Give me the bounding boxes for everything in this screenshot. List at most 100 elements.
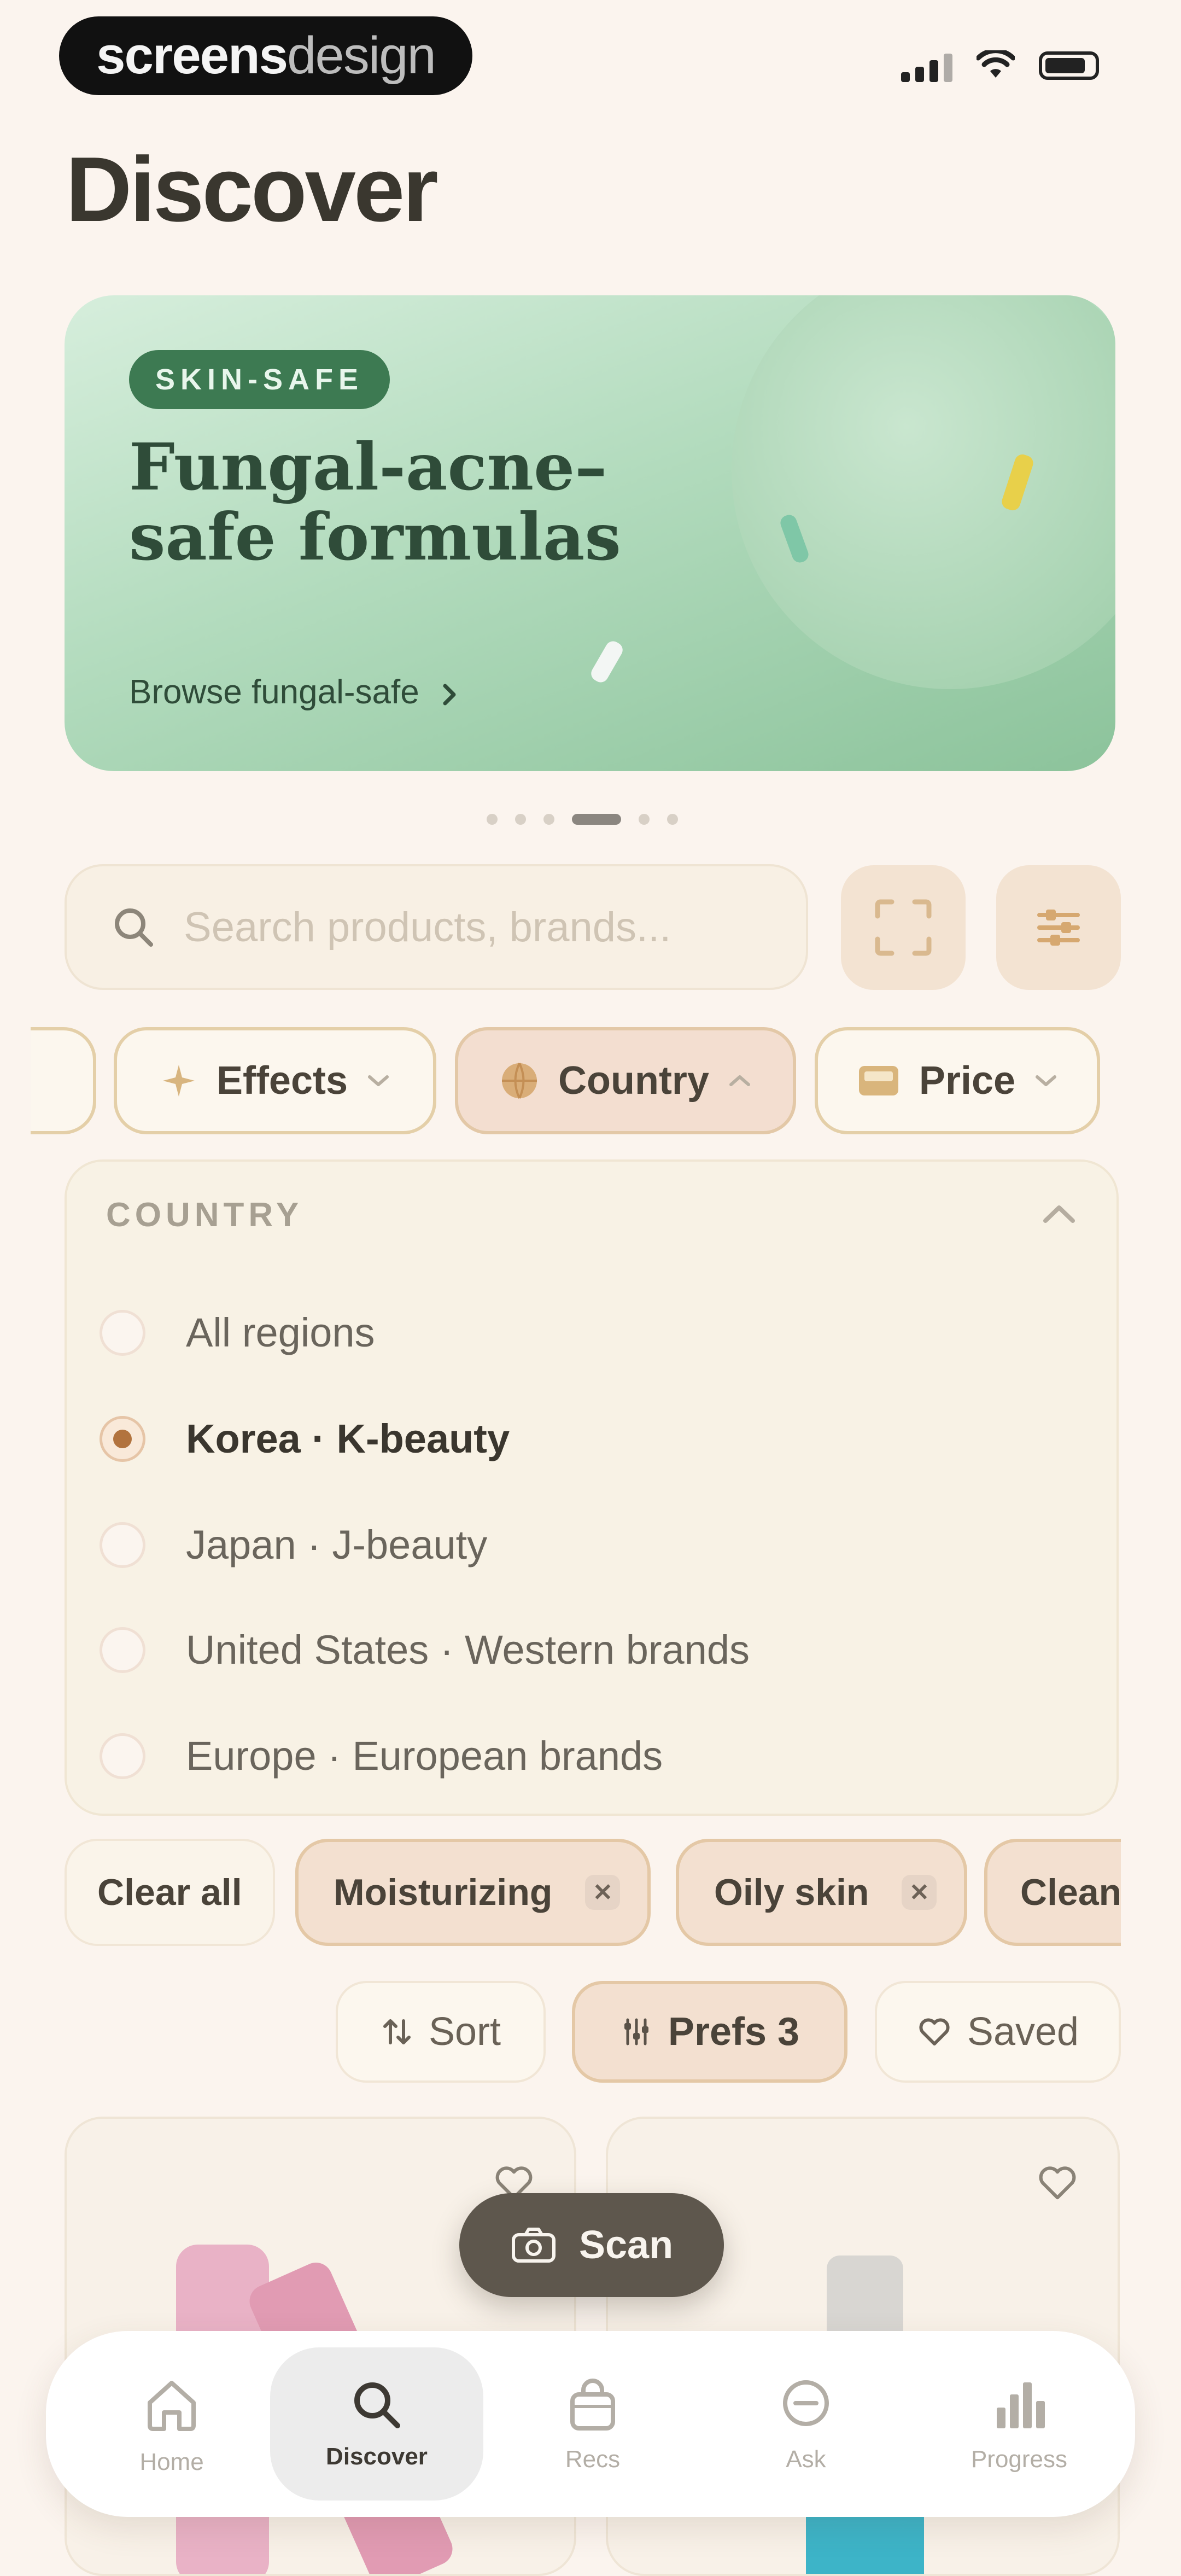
tag-clean[interactable]: Clean: [984, 1839, 1121, 1946]
scan-barcode-button[interactable]: [841, 865, 966, 990]
sliders-icon: [1037, 910, 1080, 946]
filter-chip-label: Effects: [216, 1059, 348, 1103]
logo-text-light: design: [287, 26, 436, 85]
tag-label: Oily skin: [714, 1872, 869, 1913]
hero-headline-line2: safe formulas: [129, 499, 621, 575]
tab-label: Ask: [786, 2446, 826, 2473]
chevron-up-icon[interactable]: [1040, 1200, 1078, 1227]
country-option-korea[interactable]: Korea · K-beauty: [100, 1415, 510, 1462]
clear-all-button[interactable]: Clear all: [65, 1839, 275, 1946]
sparkle-icon: [162, 1065, 195, 1097]
filter-chip-offscreen[interactable]: [31, 1027, 96, 1134]
country-panel-header: COUNTRY: [106, 1196, 303, 1234]
filter-chip-label: Country: [558, 1059, 709, 1103]
country-dropdown-panel: COUNTRY All regions Korea · K-beauty Jap…: [65, 1159, 1119, 1816]
battery-icon: [1039, 51, 1099, 80]
wallet-icon: [858, 1066, 898, 1095]
tab-discover[interactable]: Discover: [270, 2347, 483, 2501]
remove-tag-icon[interactable]: ✕: [902, 1875, 937, 1910]
filter-chip-label: Price: [919, 1059, 1016, 1103]
chat-icon: [783, 2380, 829, 2426]
globe-icon: [502, 1063, 537, 1099]
chevron-right-icon: [443, 684, 456, 706]
home-icon: [148, 2381, 196, 2431]
carousel-dot-active[interactable]: [572, 814, 621, 825]
country-option-label: Japan · J-beauty: [186, 1522, 488, 1567]
scan-label: Scan: [578, 2223, 674, 2267]
chevron-down-icon: [368, 1075, 389, 1086]
tag-oily-skin[interactable]: Oily skin ✕: [676, 1839, 968, 1946]
radio-button[interactable]: [100, 1627, 145, 1673]
tab-recs[interactable]: Recs: [511, 2331, 675, 2517]
saved-label: Saved: [967, 2010, 1079, 2054]
carousel-dot[interactable]: [543, 814, 554, 825]
sort-button[interactable]: Sort: [336, 1981, 546, 2083]
logo-text-bold: screens: [96, 26, 288, 85]
carousel-dot[interactable]: [515, 814, 526, 825]
product-bottle-image: [588, 638, 625, 685]
carousel-indicator[interactable]: [487, 814, 678, 825]
country-option-europe[interactable]: Europe · European brands: [100, 1733, 663, 1779]
screensdesign-logo: screens design: [59, 16, 472, 95]
filter-chip-effects[interactable]: Effects: [114, 1027, 436, 1134]
chevron-up-icon: [729, 1075, 750, 1086]
filter-chip-price[interactable]: Price: [815, 1027, 1100, 1134]
tab-ask[interactable]: Ask: [724, 2331, 888, 2517]
tab-home[interactable]: Home: [90, 2331, 254, 2517]
tab-label: Home: [139, 2449, 204, 2475]
skin-safe-badge: SKIN-SAFE: [129, 350, 390, 409]
tab-label: Progress: [970, 2446, 1068, 2473]
chevron-down-icon: [1036, 1075, 1057, 1086]
carousel-dot[interactable]: [667, 814, 678, 825]
hero-headline: Fungal-acne– safe formulas: [129, 432, 676, 572]
tag-label: Moisturizing: [334, 1872, 553, 1913]
wifi-icon: [977, 50, 1015, 78]
radio-button[interactable]: [100, 1522, 145, 1568]
search-icon: [115, 908, 153, 947]
search-icon: [354, 2382, 400, 2428]
carousel-dot[interactable]: [487, 814, 498, 825]
prefs-button[interactable]: Prefs 3: [572, 1981, 847, 2083]
prefs-label: Prefs 3: [668, 2010, 800, 2054]
country-option-united-states[interactable]: United States · Western brands: [100, 1627, 750, 1673]
bottom-tab-bar: Home Discover Recs Ask Progress: [46, 2331, 1135, 2517]
bag-icon: [570, 2379, 615, 2431]
country-option-label: Europe · European brands: [186, 1733, 663, 1779]
scan-frame-icon: [875, 899, 932, 956]
browse-link-label: Browse fungal-safe: [129, 673, 419, 711]
search-input[interactable]: Search products, brands...: [65, 864, 808, 990]
search-placeholder: Search products, brands...: [184, 904, 671, 951]
country-option-label: Korea · K-beauty: [186, 1416, 510, 1461]
sort-icon: [383, 2019, 411, 2044]
tag-moisturizing[interactable]: Moisturizing ✕: [295, 1839, 651, 1946]
browse-fungal-safe-link[interactable]: Browse fungal-safe: [129, 673, 460, 712]
radio-button[interactable]: [100, 1733, 145, 1779]
tab-label: Discover: [326, 2443, 428, 2470]
heart-icon[interactable]: [1036, 2163, 1079, 2203]
country-option-label: All regions: [186, 1310, 375, 1355]
carousel-dot[interactable]: [639, 814, 650, 825]
remove-tag-icon[interactable]: ✕: [585, 1875, 621, 1910]
hero-headline-line1: Fungal-acne–: [129, 429, 607, 505]
sliders-icon: [624, 2018, 648, 2045]
tag-label: Clean: [1020, 1872, 1121, 1913]
tab-progress[interactable]: Progress: [937, 2331, 1101, 2517]
country-option-label: United States · Western brands: [186, 1627, 750, 1672]
sort-label: Sort: [428, 2010, 501, 2054]
filter-settings-button[interactable]: [996, 865, 1121, 990]
country-option-all-regions[interactable]: All regions: [100, 1309, 375, 1356]
radio-button[interactable]: [100, 1309, 145, 1356]
camera-icon: [511, 2228, 556, 2263]
filter-chip-country[interactable]: Country: [455, 1027, 796, 1134]
radio-button-selected[interactable]: [100, 1415, 145, 1462]
page-title: Discover: [66, 138, 439, 241]
cellular-signal-icon: [901, 49, 952, 82]
hero-banner[interactable]: SKIN-SAFE Fungal-acne– safe formulas Bro…: [65, 295, 1115, 771]
scan-button[interactable]: Scan: [459, 2193, 724, 2297]
heart-icon: [919, 2018, 950, 2045]
country-option-japan[interactable]: Japan · J-beauty: [100, 1522, 487, 1568]
clear-all-label: Clear all: [97, 1872, 242, 1913]
bar-chart-icon: [997, 2382, 1045, 2428]
saved-button[interactable]: Saved: [875, 1981, 1121, 2083]
hero-decor-circle: [732, 295, 1115, 689]
